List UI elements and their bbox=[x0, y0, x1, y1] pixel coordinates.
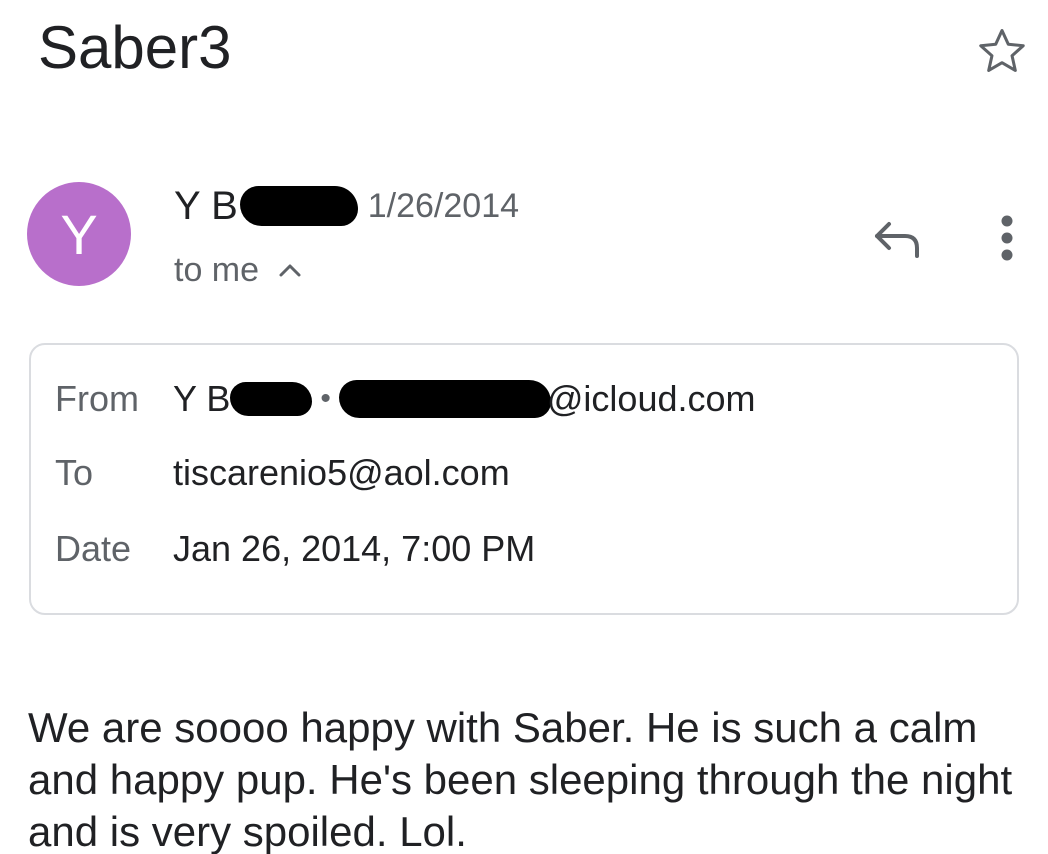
sent-date: 1/26/2014 bbox=[367, 186, 520, 225]
sender-row: Y B 1/26/2014 bbox=[174, 180, 519, 232]
redaction-mark bbox=[338, 380, 551, 418]
to-label: To bbox=[55, 452, 94, 493]
recipient-summary-toggle[interactable]: to me bbox=[174, 248, 303, 292]
from-value[interactable]: Y B • @icloud.com bbox=[173, 378, 756, 420]
star-icon[interactable] bbox=[974, 24, 1030, 80]
email-view: Saber3 Y Y B 1/26/2014 to me From Y B • … bbox=[0, 0, 1048, 854]
email-subject: Saber3 bbox=[38, 14, 232, 81]
redaction-mark bbox=[239, 186, 358, 226]
reply-button[interactable] bbox=[870, 210, 926, 266]
reply-icon bbox=[875, 222, 919, 258]
chevron-up-icon bbox=[279, 264, 301, 277]
from-label: From bbox=[55, 378, 139, 419]
recipient-summary: to me bbox=[174, 250, 260, 289]
details-to-row: To tiscarenio5@aol.com bbox=[55, 449, 510, 497]
details-from-row: From Y B • @icloud.com bbox=[55, 375, 756, 423]
redaction-mark bbox=[230, 382, 313, 416]
date-value: Jan 26, 2014, 7:00 PM bbox=[173, 528, 536, 569]
from-email: @icloud.com bbox=[546, 378, 756, 419]
from-name: Y B bbox=[173, 378, 231, 419]
email-details-panel: From Y B • @icloud.com To tiscarenio5@ao… bbox=[29, 343, 1019, 615]
email-body: We are soooo happy with Saber. He is suc… bbox=[28, 704, 1013, 854]
more-vert-icon bbox=[1001, 215, 1013, 261]
separator-dot: • bbox=[320, 382, 331, 415]
date-label: Date bbox=[55, 528, 132, 569]
details-date-row: Date Jan 26, 2014, 7:00 PM bbox=[55, 525, 535, 573]
to-email[interactable]: tiscarenio5@aol.com bbox=[173, 452, 510, 494]
sender-name: Y B bbox=[174, 183, 238, 228]
sender-avatar[interactable]: Y bbox=[27, 182, 131, 286]
more-options-button[interactable] bbox=[985, 208, 1029, 268]
avatar-letter: Y bbox=[60, 202, 98, 266]
